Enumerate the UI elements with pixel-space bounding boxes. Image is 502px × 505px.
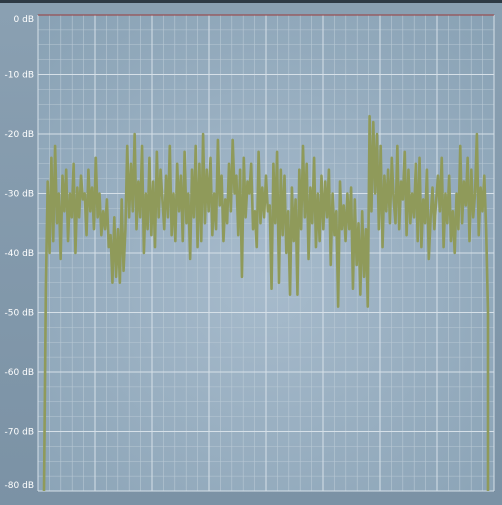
y-axis-label: -40 dB <box>5 249 34 259</box>
spectrum-plot[interactable]: 0 dB -10 dB -20 dB -30 dB -40 dB -50 dB -60 dB… <box>0 0 502 505</box>
y-axis-label: -30 dB <box>5 190 34 200</box>
y-axis-label: -20 dB <box>5 130 34 140</box>
y-axis-label: -70 dB <box>5 428 34 438</box>
y-axis-label: -60 dB <box>5 368 34 378</box>
y-axis-label: -10 dB <box>5 71 34 81</box>
y-axis-labels: 0 dB -10 dB -20 dB -30 dB -40 dB -50 dB -60 dB… <box>5 15 34 491</box>
y-axis-label: -50 dB <box>5 309 34 319</box>
y-axis-label: -80 dB <box>5 481 34 491</box>
y-axis-label: 0 dB <box>14 15 34 25</box>
spectrum-panel: 0 dB -10 dB -20 dB -30 dB -40 dB -50 dB -60 dB… <box>0 0 502 505</box>
